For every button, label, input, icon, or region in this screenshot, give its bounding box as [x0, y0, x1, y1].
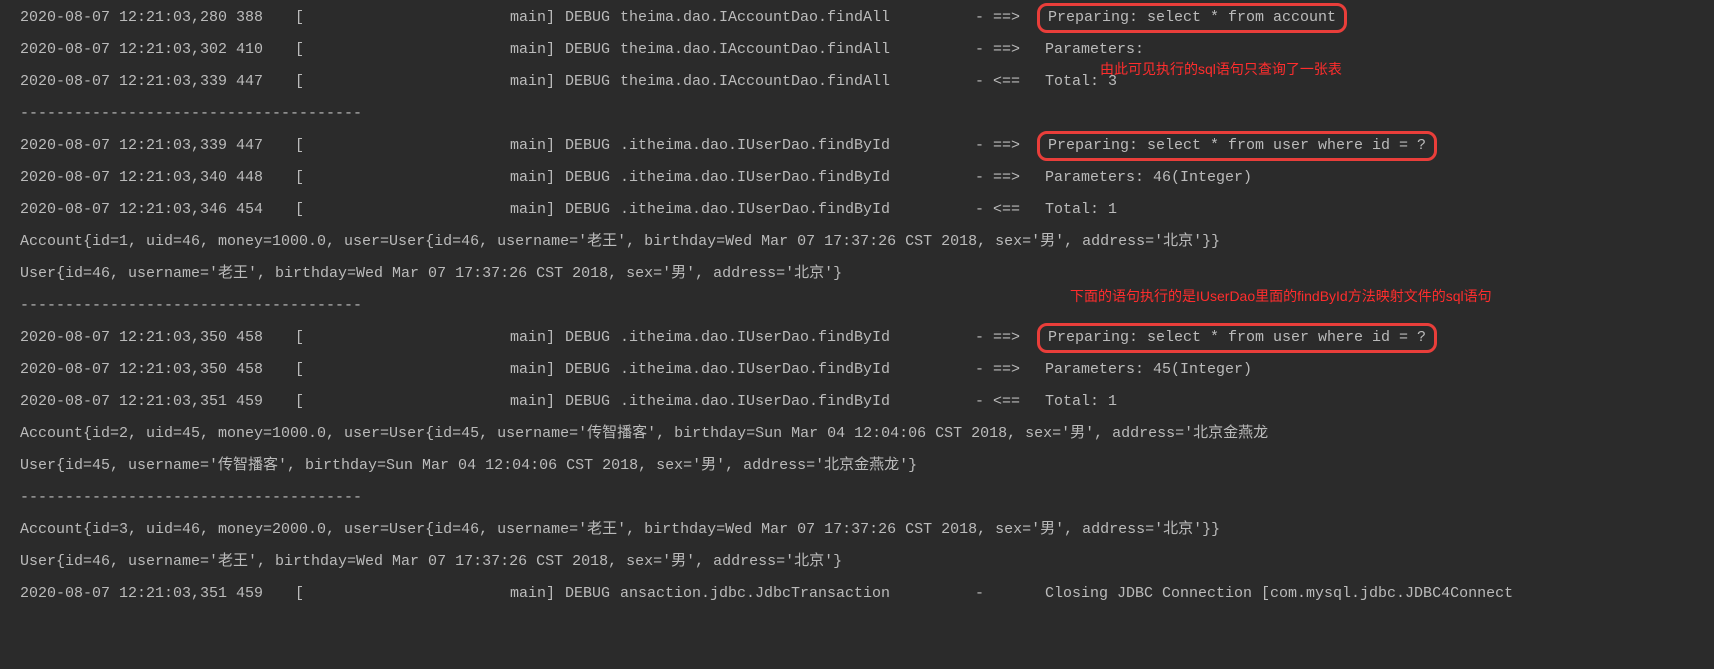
- timestamp: 2020-08-07 12:21:03,350 458: [0, 356, 295, 384]
- thread-name: main]: [355, 196, 555, 224]
- log-level: DEBUG: [555, 324, 620, 352]
- annotation-text-2: 下面的语句执行的是IUserDao里面的findById方法映射文件的sql语句: [1070, 284, 1492, 310]
- log-message: Closing JDBC Connection [com.mysql.jdbc.…: [1045, 580, 1714, 608]
- log-message: Preparing: select * from user where id =…: [1045, 131, 1714, 161]
- bracket: [: [295, 388, 355, 416]
- timestamp: 2020-08-07 12:21:03,350 458: [0, 324, 295, 352]
- timestamp: 2020-08-07 12:21:03,339 447: [0, 132, 295, 160]
- bracket: [: [295, 132, 355, 160]
- timestamp: 2020-08-07 12:21:03,340 448: [0, 164, 295, 192]
- bracket: [: [295, 164, 355, 192]
- log-line[interactable]: 2020-08-07 12:21:03,350 458[main]DEBUG.i…: [0, 354, 1714, 386]
- thread-name: main]: [355, 164, 555, 192]
- logger-name: ansaction.jdbc.JdbcTransaction: [620, 580, 975, 608]
- thread-name: main]: [355, 388, 555, 416]
- log-level: DEBUG: [555, 388, 620, 416]
- direction-arrow: -: [975, 580, 1045, 608]
- bracket: [: [295, 4, 355, 32]
- direction-arrow: - ==>: [975, 324, 1045, 352]
- thread-name: main]: [355, 4, 555, 32]
- log-message: Total: 1: [1045, 388, 1714, 416]
- log-message: Parameters: 46(Integer): [1045, 164, 1714, 192]
- log-level: DEBUG: [555, 356, 620, 384]
- logger-name: .itheima.dao.IUserDao.findById: [620, 132, 975, 160]
- bracket: [: [295, 36, 355, 64]
- log-message: Preparing: select * from account: [1045, 3, 1714, 33]
- direction-arrow: - <==: [975, 196, 1045, 224]
- bracket: [: [295, 324, 355, 352]
- highlight-box: Preparing: select * from user where id =…: [1037, 131, 1437, 161]
- thread-name: main]: [355, 36, 555, 64]
- log-line[interactable]: 2020-08-07 12:21:03,339 447[main]DEBUGth…: [0, 66, 1714, 98]
- log-line[interactable]: 2020-08-07 12:21:03,351 459[main]DEBUGan…: [0, 578, 1714, 610]
- timestamp: 2020-08-07 12:21:03,302 410: [0, 36, 295, 64]
- log-level: DEBUG: [555, 132, 620, 160]
- logger-name: .itheima.dao.IUserDao.findById: [620, 164, 975, 192]
- thread-name: main]: [355, 324, 555, 352]
- log-level: DEBUG: [555, 36, 620, 64]
- direction-arrow: - ==>: [975, 4, 1045, 32]
- thread-name: main]: [355, 356, 555, 384]
- output-line[interactable]: User{id=45, username='传智播客', birthday=Su…: [0, 450, 1714, 482]
- log-level: DEBUG: [555, 580, 620, 608]
- separator-line: --------------------------------------: [0, 98, 1714, 130]
- output-line[interactable]: Account{id=1, uid=46, money=1000.0, user…: [0, 226, 1714, 258]
- log-level: DEBUG: [555, 196, 620, 224]
- logger-name: theima.dao.IAccountDao.findAll: [620, 68, 975, 96]
- log-line[interactable]: 2020-08-07 12:21:03,351 459[main]DEBUG.i…: [0, 386, 1714, 418]
- log-line[interactable]: 2020-08-07 12:21:03,339 447[main]DEBUG.i…: [0, 130, 1714, 162]
- bracket: [: [295, 356, 355, 384]
- bracket: [: [295, 68, 355, 96]
- output-line[interactable]: User{id=46, username='老王', birthday=Wed …: [0, 546, 1714, 578]
- logger-name: theima.dao.IAccountDao.findAll: [620, 36, 975, 64]
- output-line[interactable]: Account{id=2, uid=45, money=1000.0, user…: [0, 418, 1714, 450]
- logger-name: .itheima.dao.IUserDao.findById: [620, 196, 975, 224]
- log-line[interactable]: 2020-08-07 12:21:03,302 410[main]DEBUGth…: [0, 34, 1714, 66]
- log-message: Total: 3: [1045, 68, 1714, 96]
- log-message: Total: 1: [1045, 196, 1714, 224]
- log-message: Preparing: select * from user where id =…: [1045, 323, 1714, 353]
- highlight-box: Preparing: select * from account: [1037, 3, 1347, 33]
- bracket: [: [295, 196, 355, 224]
- separator-line: --------------------------------------: [0, 482, 1714, 514]
- timestamp: 2020-08-07 12:21:03,280 388: [0, 4, 295, 32]
- logger-name: .itheima.dao.IUserDao.findById: [620, 324, 975, 352]
- log-line[interactable]: 2020-08-07 12:21:03,346 454[main]DEBUG.i…: [0, 194, 1714, 226]
- thread-name: main]: [355, 580, 555, 608]
- timestamp: 2020-08-07 12:21:03,351 459: [0, 580, 295, 608]
- log-line[interactable]: 2020-08-07 12:21:03,350 458[main]DEBUG.i…: [0, 322, 1714, 354]
- highlight-box: Preparing: select * from user where id =…: [1037, 323, 1437, 353]
- direction-arrow: - ==>: [975, 36, 1045, 64]
- log-level: DEBUG: [555, 4, 620, 32]
- logger-name: .itheima.dao.IUserDao.findById: [620, 356, 975, 384]
- log-message: Parameters:: [1045, 36, 1714, 64]
- console-output[interactable]: 由此可见执行的sql语句只查询了一张表 下面的语句执行的是IUserDao里面的…: [0, 2, 1714, 610]
- direction-arrow: - <==: [975, 68, 1045, 96]
- logger-name: theima.dao.IAccountDao.findAll: [620, 4, 975, 32]
- log-message: Parameters: 45(Integer): [1045, 356, 1714, 384]
- log-line[interactable]: 2020-08-07 12:21:03,280 388[main]DEBUGth…: [0, 2, 1714, 34]
- log-line[interactable]: 2020-08-07 12:21:03,340 448[main]DEBUG.i…: [0, 162, 1714, 194]
- direction-arrow: - ==>: [975, 132, 1045, 160]
- timestamp: 2020-08-07 12:21:03,339 447: [0, 68, 295, 96]
- thread-name: main]: [355, 68, 555, 96]
- timestamp: 2020-08-07 12:21:03,351 459: [0, 388, 295, 416]
- output-line[interactable]: Account{id=3, uid=46, money=2000.0, user…: [0, 514, 1714, 546]
- logger-name: .itheima.dao.IUserDao.findById: [620, 388, 975, 416]
- direction-arrow: - <==: [975, 388, 1045, 416]
- timestamp: 2020-08-07 12:21:03,346 454: [0, 196, 295, 224]
- bracket: [: [295, 580, 355, 608]
- direction-arrow: - ==>: [975, 356, 1045, 384]
- log-level: DEBUG: [555, 68, 620, 96]
- log-level: DEBUG: [555, 164, 620, 192]
- thread-name: main]: [355, 132, 555, 160]
- direction-arrow: - ==>: [975, 164, 1045, 192]
